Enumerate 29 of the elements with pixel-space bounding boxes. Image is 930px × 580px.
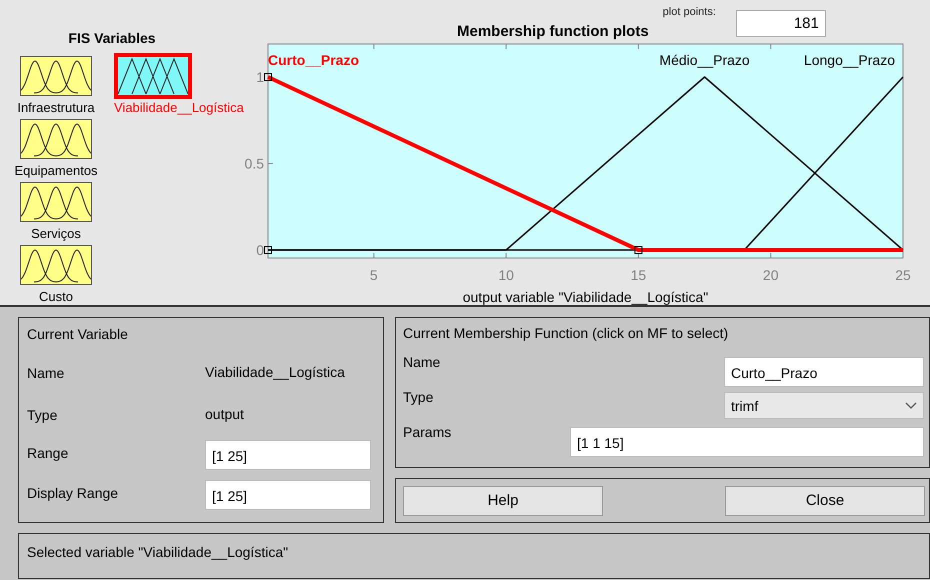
variable-label: Custo	[39, 289, 73, 304]
field-label: Type	[403, 388, 434, 405]
panel-title: Current Variable	[27, 326, 129, 342]
field-label: Display Range	[27, 484, 120, 501]
panel-title: Current Membership Function (click on MF to select)	[403, 325, 730, 341]
field-label: Name	[403, 353, 442, 370]
x-tick-label: 20	[762, 267, 778, 283]
variable-label: Equipamentos	[14, 163, 98, 178]
x-tick-label: 15	[630, 267, 646, 283]
variable-type: output	[205, 405, 245, 421]
status-message: Selected variable "Viabilidade__Logística"	[27, 544, 288, 560]
y-tick-label: 0	[256, 242, 264, 258]
variable-label: Infraestrutura	[17, 100, 95, 115]
y-tick-label: 1	[256, 69, 264, 86]
panel-title: FIS Variables	[67, 30, 157, 46]
plot-points-label: plot points:	[662, 6, 716, 18]
x-tick-label: 25	[895, 267, 911, 283]
field-label: Range	[27, 444, 70, 461]
x-tick-label: 10	[498, 267, 514, 283]
x-tick-label: 5	[370, 267, 378, 283]
variable-label: Viabilidade__Logística	[114, 100, 244, 115]
variable-name: Viabilidade__Logística	[205, 363, 346, 379]
field-label: Name	[27, 364, 66, 381]
x-axis-label: output variable "Viabilidade__Logística"	[462, 289, 708, 305]
plot-title: Membership function plots	[457, 23, 649, 40]
variable-label: Serviços	[31, 226, 81, 241]
field-label: Params	[403, 423, 452, 440]
y-tick-label: 0.5	[244, 156, 264, 172]
field-label: Type	[27, 406, 58, 423]
